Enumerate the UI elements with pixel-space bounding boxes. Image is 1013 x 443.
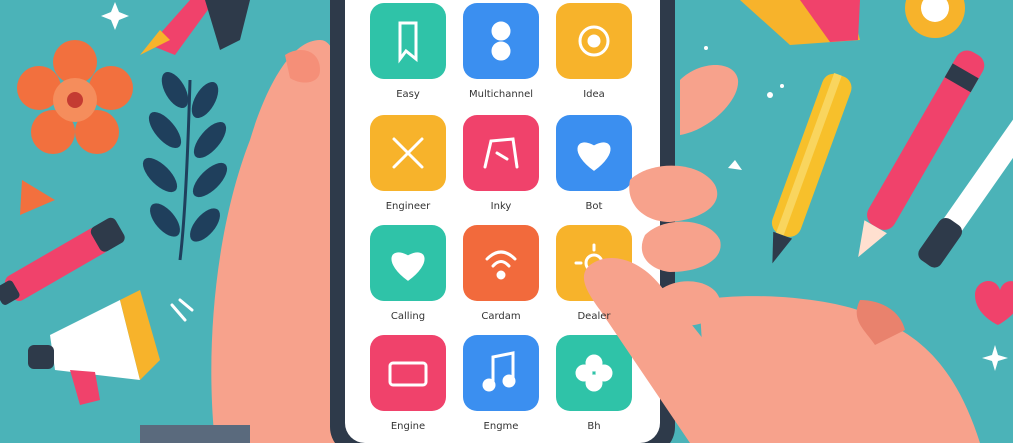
scene-svg [0,0,1013,443]
dot-shape [767,92,773,98]
illustration-scene: Easy Multichannel Idea Engineer Inky Bot Calli… [0,0,1013,443]
app-label: Bh [587,421,601,432]
app-label: Bot [585,201,603,212]
app-tile-multichannel[interactable] [463,3,539,79]
app-label: Dealer [577,311,611,322]
app-tile-engine[interactable] [370,335,446,411]
app-tile-inky[interactable] [463,115,539,191]
dot-shape [780,84,784,88]
app-tile-easy[interactable] [370,3,446,79]
app-tile-engme[interactable] [463,335,539,411]
app-tile-bh[interactable] [556,335,632,411]
dot-shape [704,46,708,50]
app-label: Idea [583,89,605,100]
